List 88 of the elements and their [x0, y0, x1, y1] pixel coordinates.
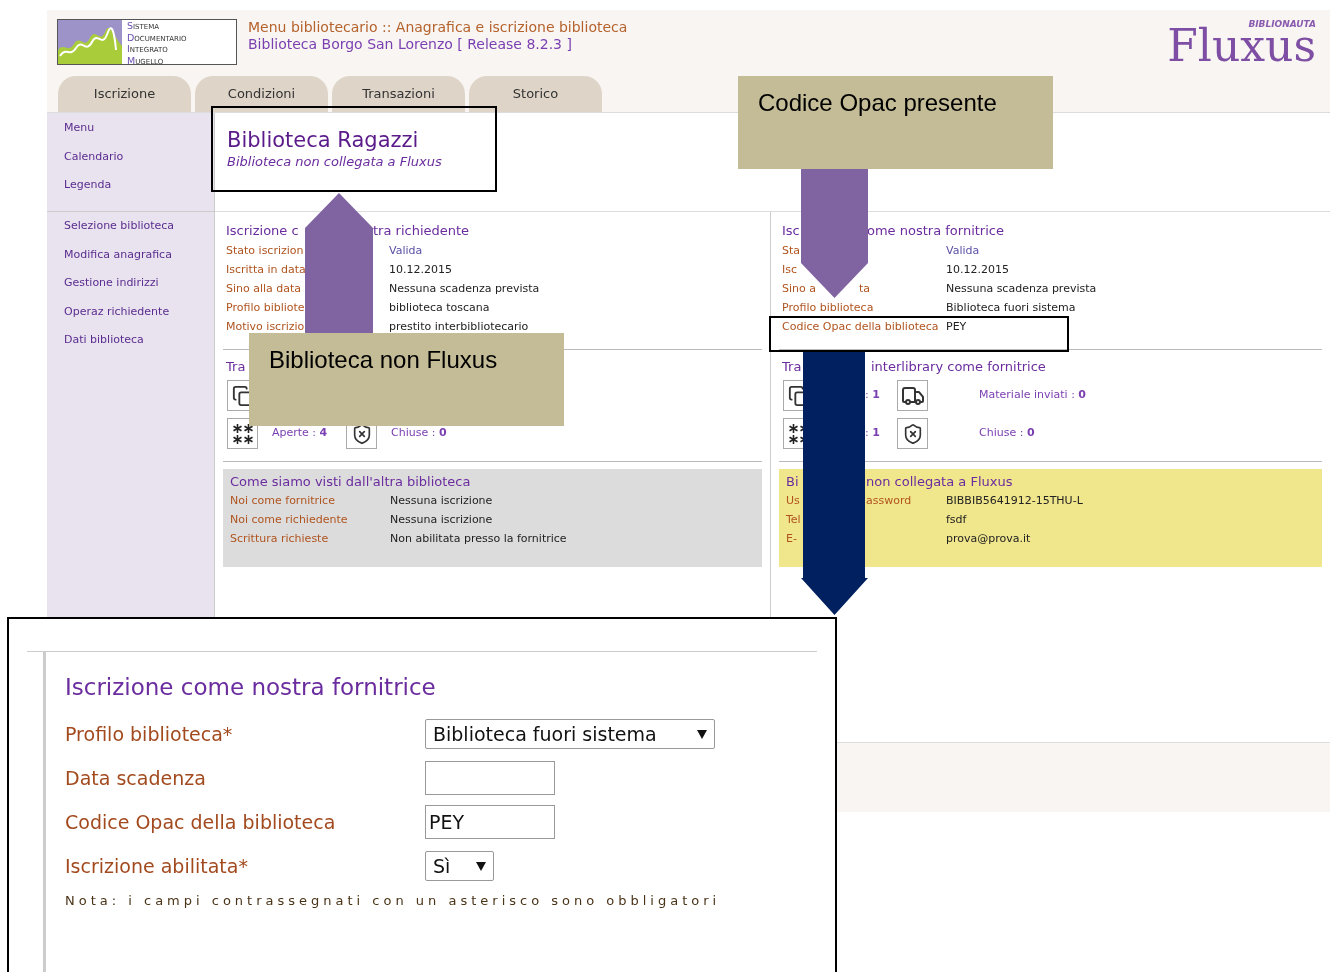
field-value: Biblioteca fuori sistema [946, 300, 1076, 317]
field-value: Nessuna scadenza prevista [389, 281, 540, 298]
logo-text: SISTEMA [127, 21, 161, 33]
section-title: Iscrizione c [226, 222, 300, 240]
panel-title: Bi [786, 473, 800, 491]
field-value: Nessuna iscrizione [390, 493, 493, 510]
form-label: Profilo biblioteca* [65, 721, 234, 747]
field-label: Codice Opac della biblioteca [782, 319, 939, 336]
section-title: interlibrary come fornitrice [871, 358, 1046, 376]
field-value: prestito interbibliotecario [389, 319, 529, 336]
callout-text: Biblioteca non Fluxus [269, 346, 498, 373]
field-label: Sta [782, 243, 801, 260]
panel-title: non collegata a Fluxus [866, 473, 1013, 491]
field-value: prova@prova.it [946, 531, 1031, 548]
section-title: Tra [782, 358, 803, 376]
field-label: Profilo bibliote [226, 300, 305, 317]
page-path: Menu bibliotecario :: Anagrafica e iscrizione biblioteca [248, 19, 628, 36]
sidebar-link[interactable]: Legenda [64, 177, 112, 194]
field-value: Nessuna scadenza prevista [946, 281, 1097, 298]
truck-icon [897, 380, 928, 411]
field-label: Noi come richiedente [230, 512, 348, 529]
asterisks-icon [227, 418, 258, 449]
field-label: Isc [782, 262, 798, 279]
select-field[interactable]: Sì [425, 851, 494, 881]
field-label: Iscritta in data [226, 262, 306, 279]
field-label: Stato iscrizion [226, 243, 304, 260]
logo-text: DOCUMENTARIO [127, 32, 187, 44]
sidebar-link[interactable]: Menu [64, 120, 95, 137]
field-label: Profilo biblioteca [782, 300, 874, 317]
tab[interactable]: Iscrizione [58, 76, 191, 112]
brand-tagline: BIBLIONAUTA [1248, 19, 1316, 29]
field-value: 10.12.2015 [946, 262, 1009, 279]
tab[interactable]: Storico [469, 76, 602, 112]
stat-text: Chiuse : 0 [979, 425, 1035, 442]
tab[interactable]: Transazioni [332, 76, 465, 112]
field-label: Noi come fornitrice [230, 493, 335, 510]
field-label: ta [859, 281, 871, 298]
sidebar-link[interactable]: Modifica anagrafica [64, 246, 172, 263]
field-label: assword [866, 493, 912, 510]
form-note: Nota: i campi contrassegnati con un asterisco sono obbligatori [65, 892, 721, 910]
field-label: E- [786, 531, 797, 548]
sidebar-link[interactable]: Calendario [64, 148, 124, 165]
shield-icon [897, 418, 928, 449]
form-title: Iscrizione come nostra fornitrice [65, 673, 437, 702]
sidebar-link[interactable]: Selezione biblioteca [64, 218, 175, 235]
stat-text: Chiuse : 0 [391, 425, 447, 442]
library-info: Biblioteca Borgo San Lorenzo [ Release 8.2.3 ] [248, 36, 573, 53]
field-label: Sino alla data [226, 281, 302, 298]
form-label: Data scadenza [65, 765, 207, 791]
library-name: Biblioteca Ragazzi [227, 127, 420, 153]
library-subtitle: Biblioteca non collegata a Fluxus [227, 153, 443, 171]
callout-text: Codice Opac presente [758, 89, 997, 116]
stat-text: : 1 [865, 425, 880, 442]
form-label: Iscrizione abilitata* [65, 853, 249, 879]
input-field[interactable] [425, 761, 555, 795]
stat-text: Aperte : 4 [272, 425, 328, 442]
field-value: fsdf [946, 512, 967, 529]
caret-icon [476, 861, 486, 871]
select-field[interactable]: Biblioteca fuori sistema [425, 719, 715, 749]
field-value: Non abilitata presso la fornitrice [390, 531, 567, 548]
field-label: Tel [786, 512, 801, 529]
field-label: Us [786, 493, 801, 510]
field-label: Scrittura richieste [230, 531, 329, 548]
logo-text: MUGELLO [127, 55, 165, 67]
field-value: Nessuna iscrizione [390, 512, 493, 529]
sidebar-link[interactable]: Gestione indirizzi [64, 275, 159, 292]
field-value: Valida [946, 243, 980, 260]
field-value: BIBBIB5641912-15THU-L [946, 493, 1083, 510]
stat-text: Materiale inviati : 0 [979, 387, 1086, 404]
section-title: tra richiedente [373, 222, 470, 240]
field-label: Sino a [782, 281, 817, 298]
section-title: ome nostra fornitrice [867, 222, 1004, 240]
sidebar-link[interactable]: Dati biblioteca [64, 332, 144, 349]
panel-title: Come siamo visti dall'altra biblioteca [230, 473, 471, 491]
section-title: Tra [226, 358, 246, 376]
caret-icon [697, 729, 707, 739]
tab[interactable]: Condizioni [195, 76, 328, 112]
field-value: 10.12.2015 [389, 262, 452, 279]
field-value: PEY [946, 319, 967, 336]
field-value: biblioteca toscana [389, 300, 490, 317]
stat-text: : 1 [865, 387, 880, 404]
field-value: Valida [389, 243, 423, 260]
field-label: Motivo iscrizio [226, 319, 305, 336]
form-label: Codice Opac della biblioteca [65, 809, 337, 835]
logo-text: INTEGRATO [127, 44, 169, 56]
input-field[interactable]: PEY [425, 805, 555, 839]
section-title: Isc [782, 222, 801, 240]
sidebar-link[interactable]: Operaz richiedente [64, 303, 170, 320]
